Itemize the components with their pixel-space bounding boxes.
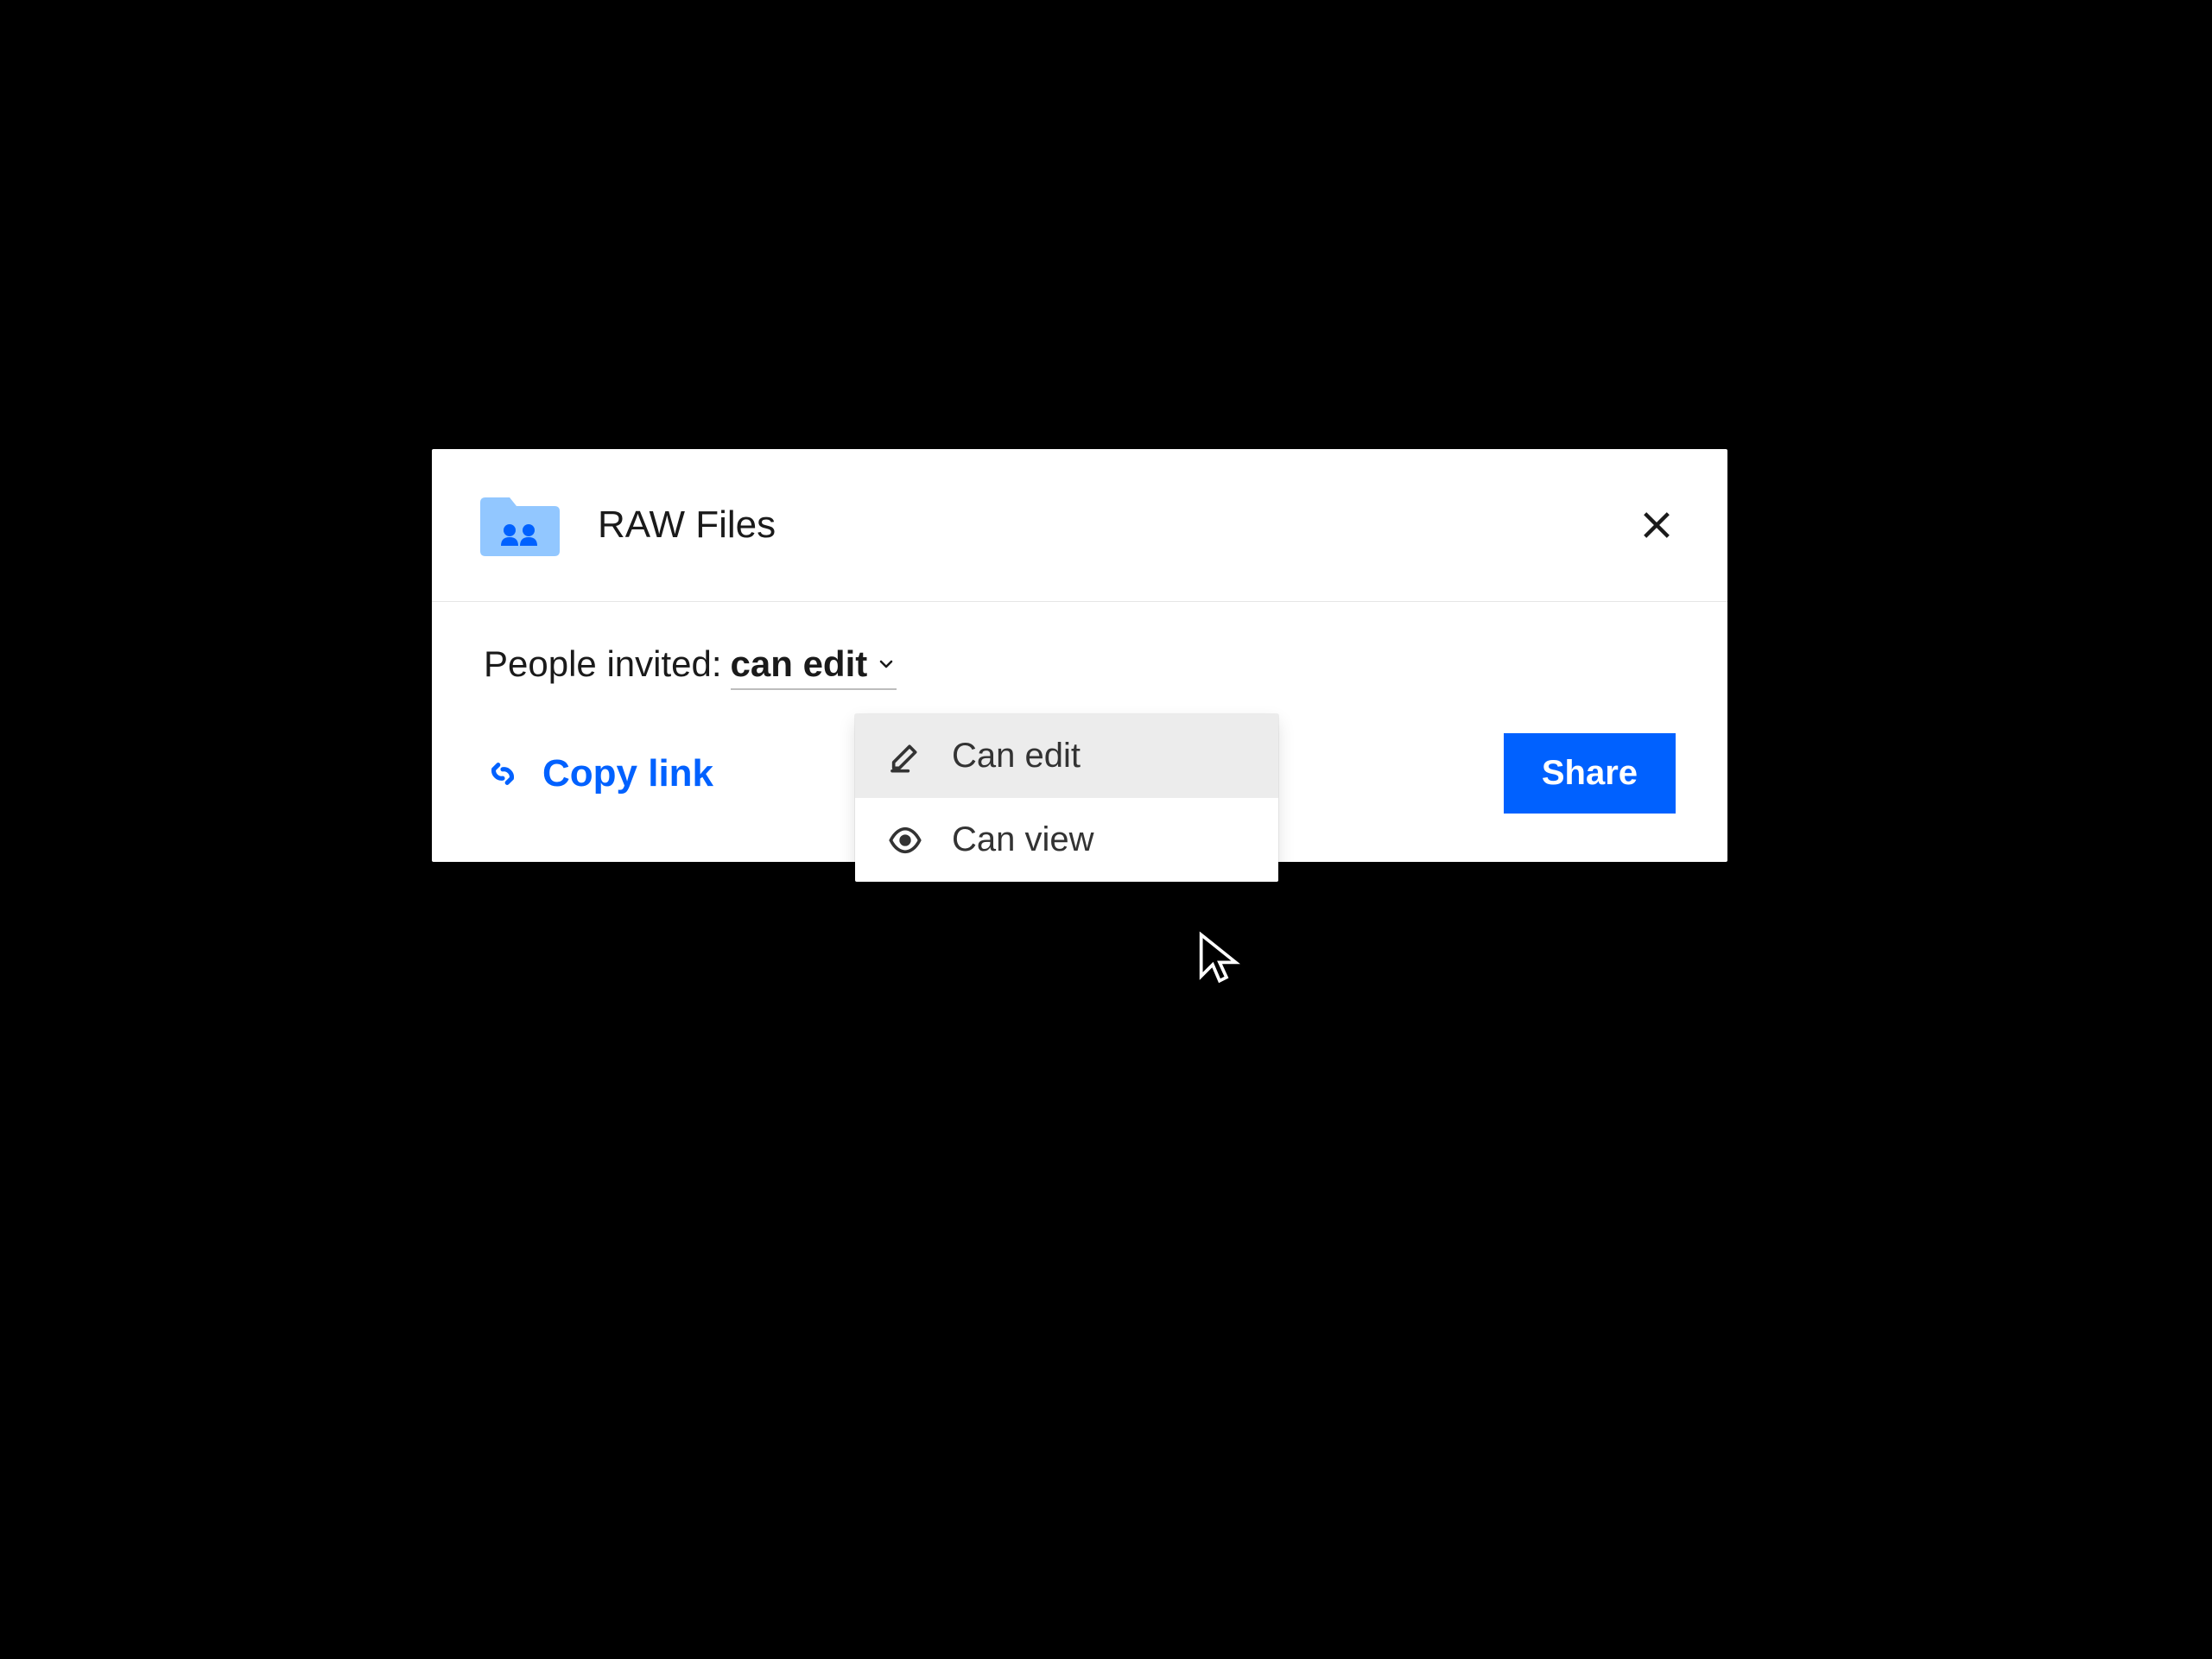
link-icon — [484, 755, 522, 793]
permission-option-label: Can edit — [952, 737, 1081, 776]
permission-selected-value: can edit — [731, 643, 868, 685]
permission-option-can-edit[interactable]: Can edit — [855, 714, 1278, 798]
shared-folder-icon — [477, 491, 563, 560]
share-button[interactable]: Share — [1504, 733, 1676, 814]
copy-link-label: Copy link — [542, 752, 713, 795]
cursor-icon — [1192, 930, 1247, 985]
folder-title: RAW Files — [598, 503, 1638, 547]
dialog-body: People invited: can edit Can edit — [432, 602, 1727, 716]
permission-dropdown-trigger[interactable]: can edit — [731, 643, 897, 690]
permission-option-label: Can view — [952, 820, 1094, 859]
eye-icon — [886, 821, 924, 859]
copy-link-button[interactable]: Copy link — [484, 752, 713, 795]
share-dialog: RAW Files People invited: can edit — [432, 449, 1727, 862]
permission-option-can-view[interactable]: Can view — [855, 798, 1278, 882]
permission-dropdown-menu: Can edit Can view — [855, 714, 1278, 882]
pencil-icon — [886, 738, 924, 776]
invite-label: People invited: — [484, 643, 722, 685]
close-button[interactable] — [1638, 506, 1676, 544]
close-icon — [1639, 508, 1674, 542]
invite-row: People invited: can edit — [484, 643, 1676, 690]
chevron-down-icon — [876, 654, 897, 674]
dialog-header: RAW Files — [432, 449, 1727, 602]
